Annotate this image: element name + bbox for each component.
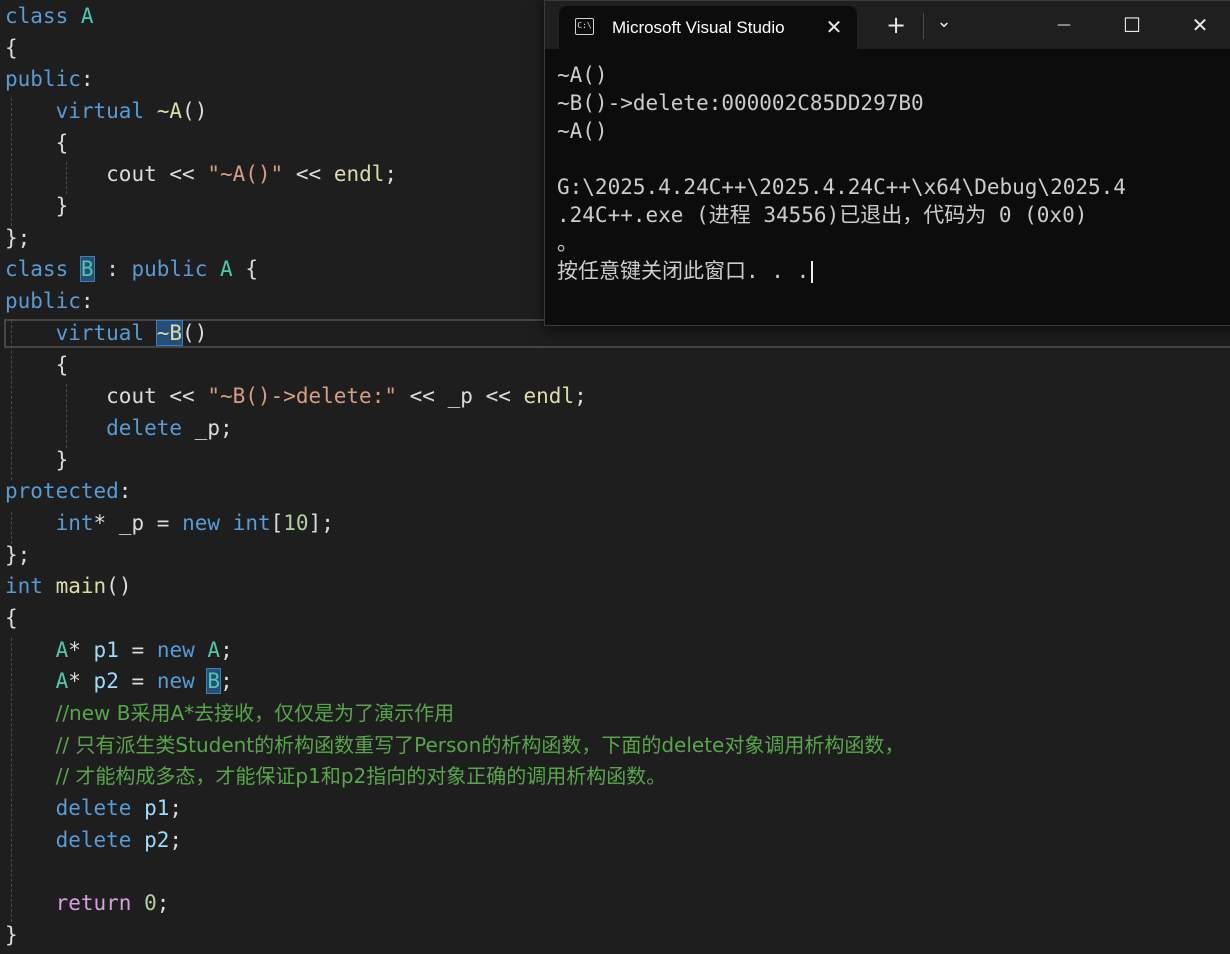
terminal-output[interactable]: ~A() ~B()->delete:000002C85DD297B0 ~A() …	[557, 61, 1197, 285]
tab-close-button[interactable]: ✕	[817, 10, 851, 44]
output-line: .24C++.exe (进程 34556)已退出，代码为 0 (0x0)	[557, 203, 1088, 227]
code-line-3[interactable]: public:	[5, 64, 94, 95]
code-line-2[interactable]: {	[5, 33, 18, 64]
code-line-15[interactable]: }	[5, 445, 69, 476]
code-line-25[interactable]: // 才能构成多态，才能保证p1和p2指向的对象正确的调用析构函数。	[5, 761, 667, 792]
code-line-10[interactable]: public:	[5, 286, 94, 317]
output-line: ~A()	[557, 119, 608, 143]
code-line-24[interactable]: // 只有派生类Student的析构函数重写了Person的析构函数，下面的de…	[5, 730, 905, 761]
output-line: ~A()	[557, 63, 608, 87]
code-line-17[interactable]: int* _p = new int[10];	[5, 508, 334, 539]
code-line-5[interactable]: {	[5, 128, 69, 159]
code-line-23[interactable]: //new B采用A*去接收，仅仅是为了演示作用	[5, 698, 455, 729]
dropdown-chevron-icon[interactable]: ⌄	[927, 5, 961, 45]
terminal-tab[interactable]: C:\ Microsoft Visual Studio ✕	[559, 6, 857, 49]
code-line-21[interactable]: A* p1 = new A;	[5, 635, 233, 666]
code-line-14[interactable]: delete _p;	[5, 413, 232, 444]
code-line-9[interactable]: class B : public A {	[5, 254, 258, 285]
output-line: 。	[557, 231, 578, 255]
output-line-prompt: 按任意键关闭此窗口. . .	[557, 257, 1197, 285]
symbol-highlight: B	[79, 256, 95, 282]
code-line-29[interactable]: return 0;	[5, 888, 170, 919]
new-tab-button[interactable]: +	[875, 5, 917, 45]
code-line-27[interactable]: delete p2;	[5, 825, 182, 856]
maximize-button[interactable]: ☐	[1109, 5, 1155, 45]
code-line-16[interactable]: protected:	[5, 476, 131, 507]
output-line: ~B()->delete:000002C85DD297B0	[557, 91, 924, 115]
code-line-13[interactable]: cout << "~B()->delete:" << _p << endl;	[5, 381, 587, 412]
minimize-button[interactable]: —	[1041, 5, 1087, 45]
tab-title: Microsoft Visual Studio	[612, 18, 785, 37]
code-line-19[interactable]: int main()	[5, 571, 131, 602]
close-button[interactable]: ✕	[1177, 5, 1223, 45]
code-line-26[interactable]: delete p1;	[5, 793, 182, 824]
code-line-1[interactable]: class A	[5, 1, 94, 32]
titlebar-divider	[923, 13, 924, 39]
code-line-22[interactable]: A* p2 = new B;	[5, 666, 233, 697]
prompt-text: 按任意键关闭此窗口. . .	[557, 259, 810, 283]
output-line: G:\2025.4.24C++\2025.4.24C++\x64\Debug\2…	[557, 175, 1126, 199]
code-line-11[interactable]: virtual ~B()	[5, 318, 207, 349]
terminal-window[interactable]: C:\ Microsoft Visual Studio ✕ + ⌄ — ☐ ✕ …	[544, 0, 1230, 326]
code-line-18[interactable]: };	[5, 540, 30, 571]
code-line-4[interactable]: virtual ~A()	[5, 96, 208, 127]
console-icon: C:\	[575, 18, 594, 35]
symbol-highlight: B	[206, 668, 222, 694]
code-line-12[interactable]: {	[5, 350, 69, 381]
code-line-8[interactable]: };	[5, 223, 30, 254]
text-cursor	[811, 261, 814, 283]
code-line-6[interactable]: cout << "~A()" << endl;	[5, 159, 397, 190]
code-line-7[interactable]: }	[5, 191, 69, 222]
code-line-30[interactable]: }	[5, 920, 18, 951]
terminal-titlebar[interactable]: C:\ Microsoft Visual Studio ✕ + ⌄ — ☐ ✕	[545, 1, 1230, 49]
symbol-highlight: ~B	[155, 320, 184, 346]
code-line-20[interactable]: {	[5, 603, 18, 634]
